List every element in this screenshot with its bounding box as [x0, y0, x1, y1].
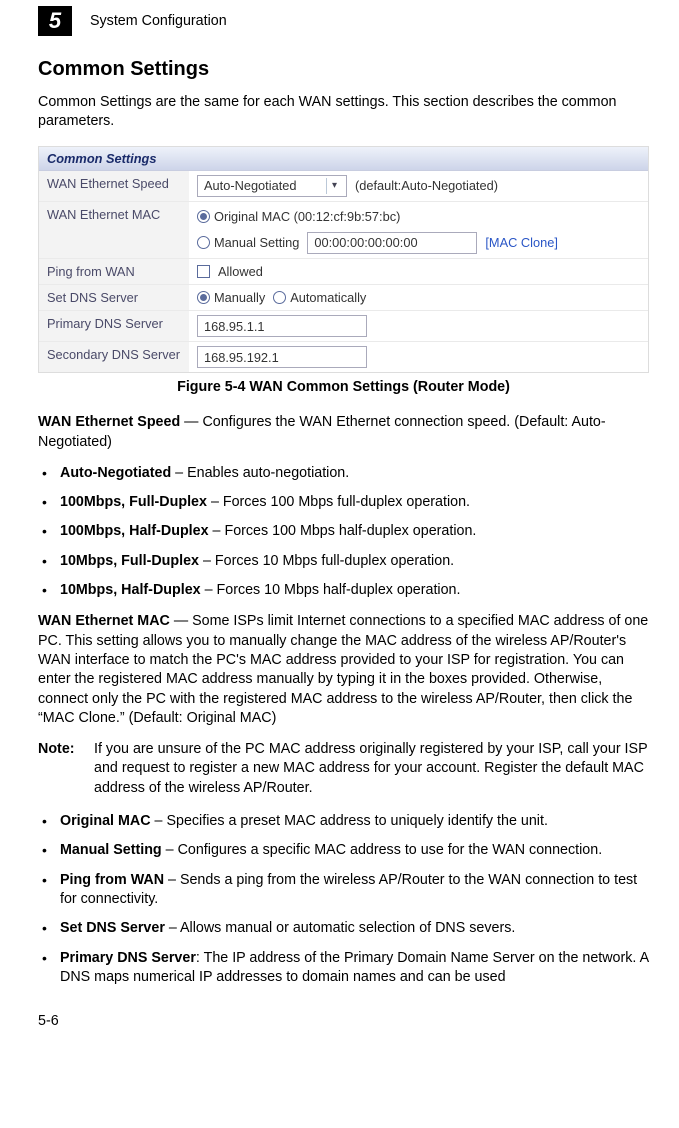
- secondary-dns-value: 168.95.192.1: [204, 350, 279, 365]
- mac-clone-link[interactable]: [MAC Clone]: [485, 235, 558, 250]
- radio-original-mac[interactable]: Original MAC (00:12:cf:9b:57:bc): [197, 209, 400, 224]
- common-settings-panel: Common Settings WAN Ethernet Speed Auto-…: [38, 146, 649, 374]
- label-set-dns: Set DNS Server: [39, 285, 189, 310]
- list-item: 10Mbps, Half-Duplex – Forces 10 Mbps hal…: [40, 581, 649, 600]
- bullet-term: Original MAC: [60, 813, 151, 829]
- bullet-text: – Forces 100 Mbps half-duplex operation.: [209, 523, 477, 539]
- label-secondary-dns: Secondary DNS Server: [39, 342, 189, 372]
- label-wan-speed: WAN Ethernet Speed: [39, 171, 189, 201]
- row-set-dns: Set DNS Server Manually Automatically: [39, 285, 648, 311]
- bullet-text: – Forces 100 Mbps full-duplex operation.: [207, 494, 470, 510]
- secondary-dns-input[interactable]: 168.95.192.1: [197, 346, 367, 368]
- intro-paragraph: Common Settings are the same for each WA…: [38, 93, 649, 132]
- section-title: System Configuration: [90, 13, 227, 29]
- wan-mac-description: WAN Ethernet MAC — Some ISPs limit Inter…: [38, 612, 649, 728]
- radio-dot-icon: [273, 291, 286, 304]
- primary-dns-value: 168.95.1.1: [204, 319, 265, 334]
- bullet-term: Auto-Negotiated: [60, 465, 171, 481]
- bullet-text: – Forces 10 Mbps full-duplex operation.: [199, 553, 454, 569]
- bullet-term: Ping from WAN: [60, 872, 164, 888]
- list-item: Ping from WAN – Sends a ping from the wi…: [40, 871, 649, 910]
- bullet-text: – Specifies a preset MAC address to uniq…: [151, 813, 548, 829]
- radio-manual-mac[interactable]: Manual Setting: [197, 235, 299, 250]
- row-primary-dns: Primary DNS Server 168.95.1.1: [39, 311, 648, 342]
- radio-dns-manually[interactable]: Manually: [197, 290, 265, 305]
- figure-caption: Figure 5-4 WAN Common Settings (Router M…: [38, 379, 649, 395]
- note-label: Note:: [38, 740, 94, 798]
- row-wan-mac: WAN Ethernet MAC Original MAC (00:12:cf:…: [39, 202, 648, 259]
- note-text: If you are unsure of the PC MAC address …: [94, 740, 649, 798]
- manual-mac-input[interactable]: 00:00:00:00:00:00: [307, 232, 477, 254]
- bullet-term: Primary DNS Server: [60, 950, 196, 966]
- row-ping: Ping from WAN Allowed: [39, 259, 648, 285]
- page-title: Common Settings: [38, 58, 649, 81]
- wan-mac-term: WAN Ethernet MAC: [38, 613, 170, 629]
- manual-mac-value: 00:00:00:00:00:00: [314, 235, 417, 250]
- bullet-term: 100Mbps, Full-Duplex: [60, 494, 207, 510]
- bullet-text: – Forces 10 Mbps half-duplex operation.: [201, 582, 461, 598]
- bullet-text: – Configures a specific MAC address to u…: [162, 842, 603, 858]
- row-secondary-dns: Secondary DNS Server 168.95.192.1: [39, 342, 648, 372]
- note-block: Note: If you are unsure of the PC MAC ad…: [38, 740, 649, 798]
- list-item: Primary DNS Server: The IP address of th…: [40, 949, 649, 988]
- wan-speed-description: WAN Ethernet Speed — Configures the WAN …: [38, 413, 649, 452]
- wan-speed-term: WAN Ethernet Speed: [38, 414, 180, 430]
- chapter-badge: 5: [38, 6, 72, 36]
- radio-manual-label: Manual Setting: [214, 235, 299, 250]
- ping-allowed-label: Allowed: [218, 264, 263, 279]
- primary-dns-input[interactable]: 168.95.1.1: [197, 315, 367, 337]
- wan-mac-desc-text: — Some ISPs limit Internet connections t…: [38, 613, 648, 725]
- list-item: Manual Setting – Configures a specific M…: [40, 841, 649, 860]
- bullet-term: Set DNS Server: [60, 920, 165, 936]
- list-item: Auto-Negotiated – Enables auto-negotiati…: [40, 464, 649, 483]
- list-item: Set DNS Server – Allows manual or automa…: [40, 919, 649, 938]
- speed-bullet-list: Auto-Negotiated – Enables auto-negotiati…: [38, 464, 649, 600]
- dns-auto-label: Automatically: [290, 290, 366, 305]
- wan-speed-value: Auto-Negotiated: [204, 178, 296, 193]
- row-wan-speed: WAN Ethernet Speed Auto-Negotiated ▾ (de…: [39, 171, 648, 202]
- list-item: 10Mbps, Full-Duplex – Forces 10 Mbps ful…: [40, 552, 649, 571]
- bullet-term: 10Mbps, Half-Duplex: [60, 582, 201, 598]
- page-header: 5 System Configuration: [38, 6, 649, 36]
- radio-dot-icon: [197, 291, 210, 304]
- ping-allowed-checkbox[interactable]: [197, 265, 210, 278]
- bullet-term: Manual Setting: [60, 842, 162, 858]
- panel-header: Common Settings: [39, 147, 648, 171]
- radio-dot-icon: [197, 236, 210, 249]
- label-primary-dns: Primary DNS Server: [39, 311, 189, 341]
- chevron-down-icon: ▾: [326, 178, 342, 194]
- wan-speed-select[interactable]: Auto-Negotiated ▾: [197, 175, 347, 197]
- list-item: 100Mbps, Full-Duplex – Forces 100 Mbps f…: [40, 493, 649, 512]
- list-item: Original MAC – Specifies a preset MAC ad…: [40, 812, 649, 831]
- bullet-text: – Enables auto-negotiation.: [171, 465, 349, 481]
- radio-original-label: Original MAC (00:12:cf:9b:57:bc): [214, 209, 400, 224]
- dns-manually-label: Manually: [214, 290, 265, 305]
- label-wan-mac: WAN Ethernet MAC: [39, 202, 189, 258]
- bullet-term: 100Mbps, Half-Duplex: [60, 523, 209, 539]
- radio-dot-icon: [197, 210, 210, 223]
- wan-speed-hint: (default:Auto-Negotiated): [355, 178, 498, 193]
- list-item: 100Mbps, Half-Duplex – Forces 100 Mbps h…: [40, 522, 649, 541]
- page-number: 5-6: [38, 1013, 649, 1029]
- bullet-term: 10Mbps, Full-Duplex: [60, 553, 199, 569]
- bullet-text: – Allows manual or automatic selection o…: [165, 920, 515, 936]
- lower-bullet-list: Original MAC – Specifies a preset MAC ad…: [38, 812, 649, 987]
- radio-dns-auto[interactable]: Automatically: [273, 290, 366, 305]
- label-ping: Ping from WAN: [39, 259, 189, 284]
